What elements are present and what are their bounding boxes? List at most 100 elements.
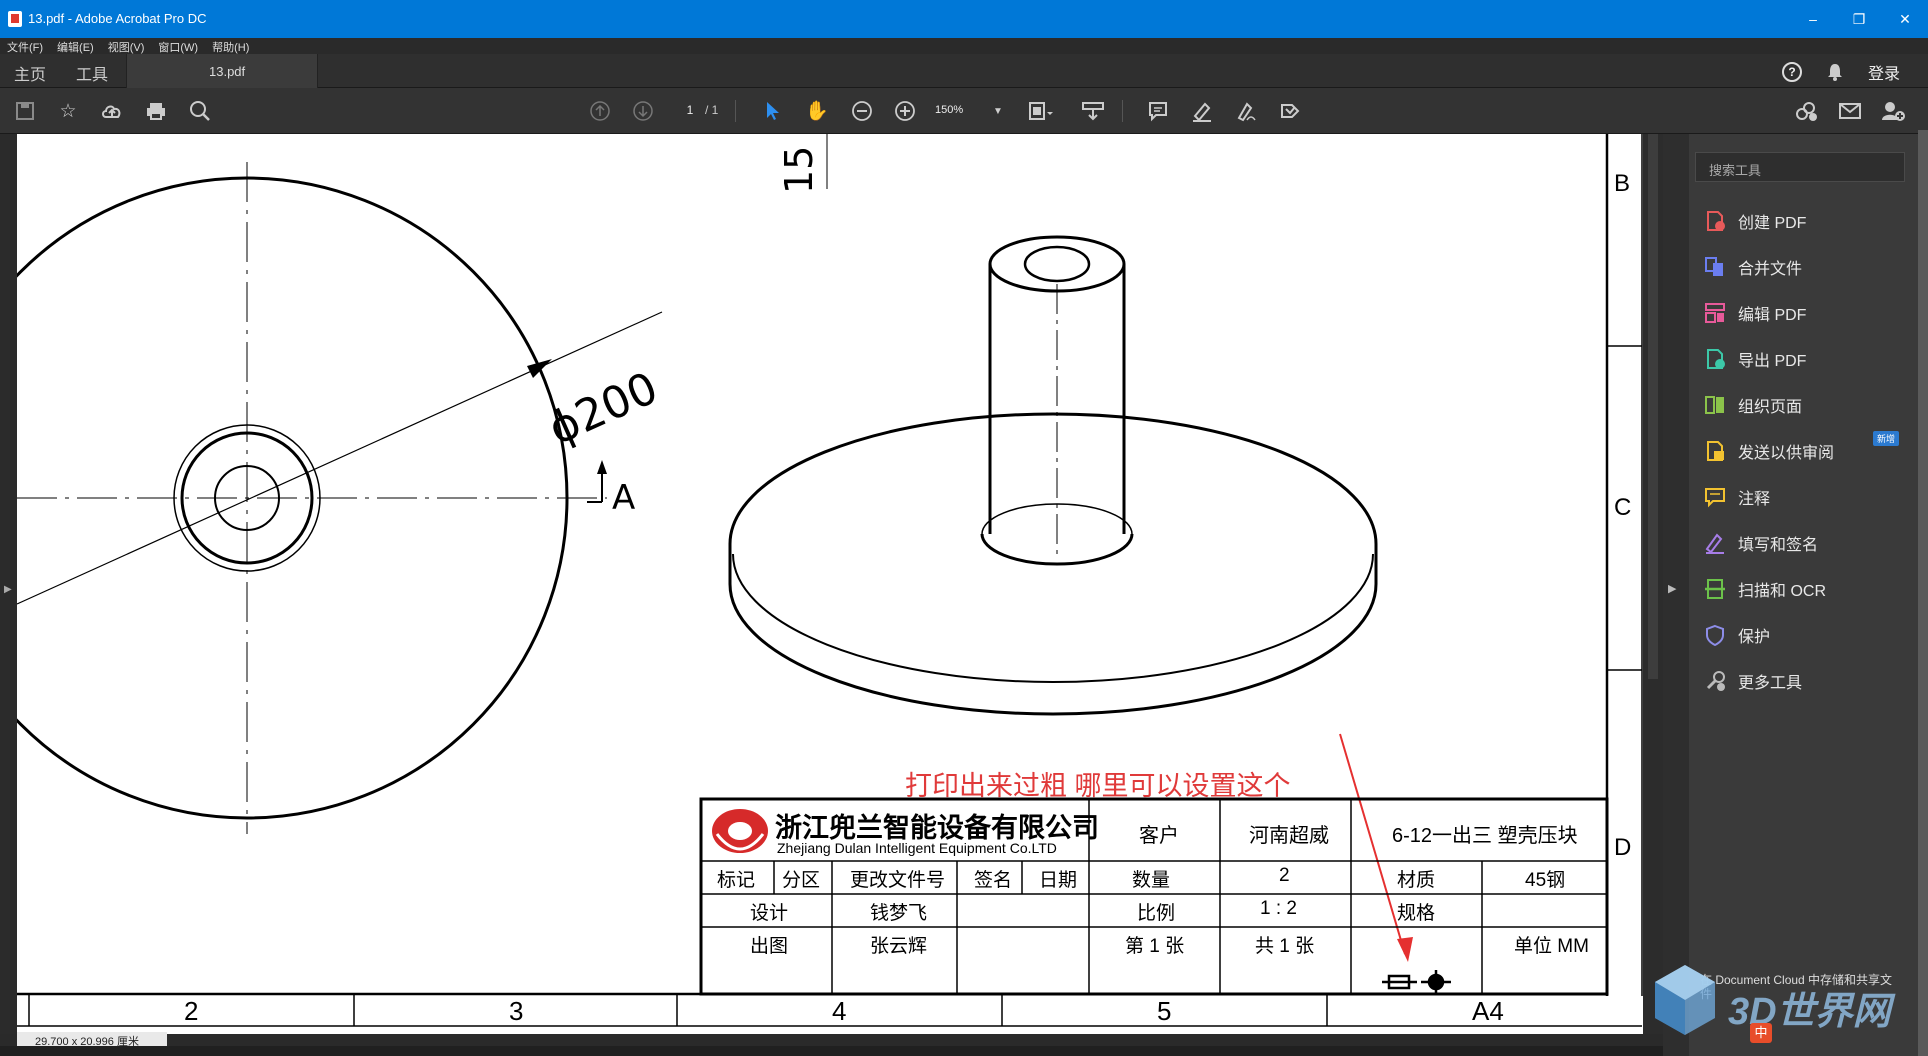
- title-bar: 13.pdf - Adobe Acrobat Pro DC – ❐ ✕: [0, 0, 1928, 38]
- vertical-scrollbar[interactable]: [1643, 134, 1663, 1034]
- comment-icon[interactable]: [1145, 98, 1171, 124]
- taskbar-strip: [0, 1046, 1928, 1056]
- sign-icon[interactable]: [1233, 98, 1259, 124]
- page-total: / 1: [705, 103, 719, 117]
- help-icon[interactable]: ?: [1781, 62, 1802, 82]
- scale-value: 1 : 2: [1260, 898, 1297, 919]
- add-user-icon[interactable]: [1880, 98, 1906, 124]
- bell-icon[interactable]: [1826, 62, 1844, 82]
- login-button[interactable]: 登录: [1868, 60, 1900, 84]
- tool-label: 注释: [1738, 491, 1771, 508]
- tool-label: 创建 PDF: [1738, 215, 1807, 232]
- zoom-out-icon[interactable]: [849, 98, 875, 124]
- prev-page-icon[interactable]: [587, 98, 613, 124]
- design-value: 钱梦飞: [870, 903, 928, 924]
- select-cursor-icon[interactable]: [760, 98, 786, 124]
- tool-more-tools[interactable]: 更多工具: [1704, 667, 1802, 695]
- bookmark-star-icon[interactable]: ☆: [55, 98, 81, 124]
- organize-pages-icon: [1705, 396, 1724, 414]
- menu-view[interactable]: 视图(V): [101, 38, 152, 55]
- zoom-in-icon[interactable]: [892, 98, 918, 124]
- edit-pdf-icon: [1705, 303, 1725, 323]
- 3d-cube-logo-icon: [1655, 965, 1715, 1035]
- fit-page-icon[interactable]: [1028, 98, 1054, 124]
- link-share-icon[interactable]: [1793, 98, 1819, 124]
- menu-window[interactable]: 窗口(W): [151, 38, 205, 55]
- minimize-button[interactable]: –: [1790, 0, 1836, 38]
- tool-scan-ocr[interactable]: 扫描和 OCR: [1704, 575, 1826, 603]
- expand-left-icon[interactable]: ▶: [4, 584, 12, 595]
- zone-row-c: C: [1614, 494, 1632, 521]
- tool-send-review[interactable]: 发送以供审阅: [1704, 437, 1834, 465]
- next-page-icon[interactable]: [630, 98, 656, 124]
- cloud-upload-icon[interactable]: [99, 98, 125, 124]
- export-pdf-icon: [1707, 349, 1725, 369]
- highlight-pen-icon[interactable]: [1189, 98, 1215, 124]
- right-edge-scrollbar: [1918, 130, 1928, 1056]
- tool-comment[interactable]: 注释: [1704, 483, 1770, 511]
- print-icon[interactable]: [143, 98, 169, 124]
- collapse-pane-arrow-icon[interactable]: ▶: [1668, 582, 1676, 595]
- spec-label: 规格: [1397, 903, 1436, 924]
- header-date: 日期: [1039, 870, 1078, 891]
- window-title: 13.pdf - Adobe Acrobat Pro DC: [28, 11, 207, 26]
- dimension-15: 15: [777, 145, 821, 194]
- site-watermark: 3D世界网 中: [1650, 960, 1920, 1046]
- hand-tool-icon[interactable]: ✋: [804, 98, 830, 124]
- scroll-mode-icon[interactable]: [1080, 98, 1106, 124]
- tab-home[interactable]: 主页: [14, 61, 46, 85]
- header-change-doc: 更改文件号: [850, 870, 946, 891]
- unit-label: 单位 MM: [1514, 936, 1589, 957]
- horizontal-scrollbar[interactable]: [0, 1034, 1663, 1046]
- quantity-label: 数量: [1132, 870, 1171, 891]
- header-signature: 签名: [974, 870, 1013, 891]
- tools-pane-collapse[interactable]: [1663, 134, 1689, 1056]
- tool-combine-files[interactable]: 合并文件: [1704, 253, 1802, 281]
- menu-file[interactable]: 文件(F): [0, 38, 50, 55]
- tab-bar: 主页 工具 13.pdf ? 登录: [0, 54, 1928, 88]
- sheet-number: 第 1 张: [1125, 936, 1185, 957]
- save-icon[interactable]: [12, 98, 38, 124]
- ime-indicator[interactable]: 中: [1750, 1023, 1772, 1043]
- restore-button[interactable]: ❐: [1836, 0, 1882, 38]
- close-button[interactable]: ✕: [1882, 0, 1928, 38]
- tab-document[interactable]: 13.pdf: [126, 54, 318, 88]
- scan-ocr-icon: [1705, 579, 1725, 599]
- search-tools-input[interactable]: 搜索工具: [1695, 152, 1905, 182]
- header-mark: 标记: [717, 870, 756, 891]
- tool-label: 合并文件: [1738, 261, 1803, 278]
- menu-edit[interactable]: 编辑(E): [50, 38, 101, 55]
- projection-symbol-icon: [1382, 970, 1451, 994]
- design-label: 设计: [750, 903, 789, 924]
- quantity-value: 2: [1279, 865, 1290, 886]
- protect-icon: [1706, 624, 1724, 646]
- scale-label: 比例: [1137, 903, 1176, 924]
- page-number-input[interactable]: 1: [675, 99, 705, 121]
- tool-create-pdf[interactable]: 创建 PDF: [1704, 207, 1806, 235]
- tool-label: 导出 PDF: [1738, 353, 1807, 370]
- acrobat-app-icon: [8, 11, 22, 27]
- zoom-chevron-down-icon[interactable]: ▼: [985, 98, 1011, 124]
- new-badge: 新增: [1873, 431, 1900, 446]
- tool-label: 更多工具: [1738, 675, 1803, 692]
- section-label-a: A: [612, 478, 636, 518]
- sheet-total: 共 1 张: [1255, 936, 1315, 957]
- customer-label: 客户: [1139, 825, 1179, 847]
- scrollbar-thumb[interactable]: [1648, 134, 1658, 679]
- tool-edit-pdf[interactable]: 编辑 PDF: [1704, 299, 1806, 327]
- tool-organize-pages[interactable]: 组织页面: [1704, 391, 1802, 419]
- zone-row-d: D: [1614, 834, 1632, 861]
- zoom-search-icon[interactable]: [187, 98, 213, 124]
- tab-tools[interactable]: 工具: [76, 61, 108, 85]
- tool-protect[interactable]: 保护: [1704, 621, 1770, 649]
- page-size-indicator: 29.700 x 20.996 厘米: [17, 1032, 167, 1048]
- tool-label: 组织页面: [1738, 399, 1803, 416]
- email-icon[interactable]: [1837, 98, 1863, 124]
- menu-help[interactable]: 帮助(H): [205, 38, 256, 55]
- tool-fill-sign[interactable]: 填写和签名: [1704, 529, 1818, 557]
- left-pane-collapse[interactable]: ▶: [0, 134, 17, 1034]
- more-tools-icon: [1706, 671, 1725, 691]
- stamp-icon[interactable]: [1277, 98, 1303, 124]
- tool-export-pdf[interactable]: 导出 PDF: [1704, 345, 1806, 373]
- zone-col-2: 2: [184, 996, 199, 1026]
